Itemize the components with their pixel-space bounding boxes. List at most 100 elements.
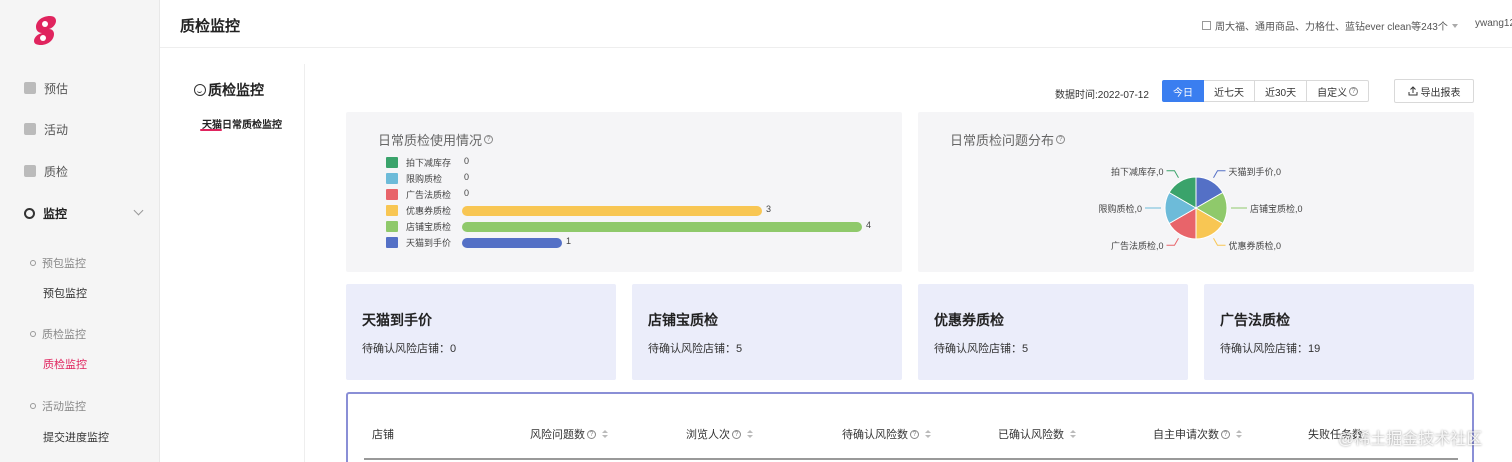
- sidebar-item-estimate[interactable]: 预估: [0, 68, 160, 108]
- range-selector: 今日 近七天 近30天 自定义?: [1162, 80, 1370, 102]
- column-header-pending-risk[interactable]: 待确认风险数?: [842, 426, 931, 442]
- bar-value-label: 0: [464, 188, 470, 198]
- bar-row: 优惠券质检: [386, 204, 472, 217]
- sort-icon[interactable]: [925, 430, 931, 438]
- user-name[interactable]: ywang12: [1475, 18, 1512, 29]
- usage-panel-title: 日常质检使用情况?: [378, 130, 494, 149]
- bar-value-label: 1: [566, 236, 572, 246]
- sidebar-subitem-quality[interactable]: 质检监控: [43, 356, 87, 372]
- pie-slice-label: 优惠券质检,0: [1228, 241, 1282, 252]
- subnav-title-text: 质检监控: [208, 82, 264, 98]
- chevron-down-icon: [133, 205, 144, 216]
- column-header-self-apply[interactable]: 自主申请次数?: [1153, 426, 1242, 442]
- top-header: 质检监控 周大福、通用商品、力格仕、蓝钻ever clean等243个 ywan…: [160, 0, 1512, 48]
- legend-swatch: [386, 157, 398, 168]
- pie-slice-label: 广告法质检,0: [1110, 241, 1164, 252]
- sidebar-item-activity[interactable]: 活动: [0, 109, 160, 149]
- active-underline: [200, 129, 222, 131]
- group-label: 预包监控: [42, 258, 86, 270]
- pie-slice-label: 限购质检,0: [1098, 204, 1142, 214]
- column-header-confirmed-risk[interactable]: 已确认风险数: [998, 426, 1076, 442]
- card-coupon[interactable]: 优惠券质检 待确认风险店铺：5: [918, 284, 1188, 380]
- range-today-button[interactable]: 今日: [1162, 80, 1204, 102]
- column-label: 待确认风险数: [842, 429, 908, 441]
- card-tmall-price[interactable]: 天猫到手价 待确认风险店铺：0: [346, 284, 616, 380]
- help-icon: ?: [587, 429, 596, 439]
- distribution-pie-chart: [1145, 170, 1247, 246]
- column-header-shop: 店铺: [372, 426, 394, 442]
- range-custom-label: 自定义: [1317, 87, 1348, 99]
- pie-slice-label: 店铺宝质检,0: [1250, 204, 1303, 214]
- bar-category-label: 广告法质检: [406, 190, 452, 200]
- bar-value-label: 3: [766, 204, 772, 214]
- pie-slice-label: 拍下减库存,0: [1110, 166, 1164, 177]
- card-subtitle: 待确认风险店铺：5: [648, 343, 743, 355]
- range-custom-button[interactable]: 自定义?: [1307, 80, 1370, 102]
- column-label: 自主申请次数: [1153, 429, 1219, 441]
- pie-slice-label: 天猫到手价,0: [1228, 166, 1282, 177]
- dot-icon: [30, 331, 36, 337]
- bar: [462, 221, 862, 232]
- dot-icon: [30, 260, 36, 266]
- export-label: 导出报表: [1420, 87, 1461, 99]
- help-icon: ?: [732, 429, 741, 439]
- sidebar-item-label: 预估: [44, 81, 69, 96]
- shop-icon: [1202, 21, 1211, 30]
- bar-row: 限购质检: [386, 172, 472, 185]
- card-shop-treasure[interactable]: 店铺宝质检 待确认风险店铺：5: [632, 284, 902, 380]
- sidebar-subitem-progress[interactable]: 提交进度监控: [43, 429, 109, 445]
- dot-icon: [30, 403, 36, 409]
- card-title: 广告法质检: [1220, 312, 1290, 328]
- range-30days-button[interactable]: 近30天: [1255, 80, 1308, 102]
- usage-panel: 日常质检使用情况? 拍下减库存 0 限购质检 0 广告法质检 0 优惠券质检 3 店铺宝质检 4 天…: [346, 112, 902, 272]
- group-label: 活动监控: [42, 401, 86, 413]
- column-label: 风险问题数: [530, 429, 585, 441]
- bar-row: 广告法质检: [386, 188, 472, 201]
- sidebar-subitem-prepack[interactable]: 预包监控: [43, 285, 87, 301]
- column-header-views[interactable]: 浏览人次?: [686, 426, 753, 442]
- column-header-risk-count[interactable]: 风险问题数?: [530, 426, 608, 442]
- bar: [462, 237, 562, 248]
- caret-down-icon: [1451, 23, 1458, 28]
- bar: [462, 205, 762, 216]
- card-subtitle: 待确认风险店铺：0: [362, 343, 457, 355]
- shop-table: 店铺 风险问题数? 浏览人次? 待确认风险数? 已确认风险数 自主申请次数? 失…: [346, 392, 1474, 462]
- pie-label-line: [1213, 238, 1226, 246]
- card-title: 店铺宝质检: [648, 312, 718, 328]
- column-label: 店铺: [372, 429, 394, 441]
- sidebar-item-label: 质检: [44, 164, 69, 179]
- sidebar-item-label: 活动: [44, 122, 69, 137]
- sub-navigation: 质检监控 天猫日常质检监控: [160, 64, 305, 462]
- subnav-title: 质检监控: [194, 80, 264, 100]
- sidebar-item-monitor[interactable]: 监控: [0, 193, 160, 233]
- smile-icon: [194, 84, 206, 96]
- bar-row: 店铺宝质检: [386, 220, 472, 233]
- bar-value-label: 0: [464, 156, 470, 166]
- legend-swatch: [386, 173, 398, 184]
- upload-icon: [1408, 86, 1417, 96]
- column-label: 浏览人次: [686, 429, 730, 441]
- pie-label-line: [1166, 238, 1179, 246]
- sort-icon[interactable]: [1070, 430, 1076, 438]
- sort-icon[interactable]: [602, 430, 608, 438]
- activity-icon: [24, 123, 36, 135]
- help-icon: ?: [484, 135, 494, 144]
- sort-icon[interactable]: [1236, 430, 1242, 438]
- legend-swatch: [386, 237, 398, 248]
- bar-row: 天猫到手价: [386, 236, 472, 249]
- range-7days-button[interactable]: 近七天: [1204, 80, 1255, 102]
- shop-selector[interactable]: 周大福、通用商品、力格仕、蓝钻ever clean等243个: [1202, 18, 1458, 33]
- export-report-button[interactable]: 导出报表: [1394, 79, 1474, 103]
- sidebar-item-label: 监控: [43, 206, 68, 221]
- legend-swatch: [386, 221, 398, 232]
- table-header-divider: [364, 458, 1458, 460]
- shop-selector-text: 周大福、通用商品、力格仕、蓝钻ever clean等243个: [1215, 22, 1448, 33]
- sort-icon[interactable]: [747, 430, 753, 438]
- card-ad-law[interactable]: 广告法质检 待确认风险店铺：19: [1204, 284, 1474, 380]
- card-subtitle: 待确认风险店铺：5: [934, 343, 1029, 355]
- card-title: 天猫到手价: [362, 312, 432, 328]
- estimate-icon: [24, 82, 36, 94]
- sidebar-group-quality: 质检监控: [30, 326, 86, 342]
- sidebar-item-quality[interactable]: 质检: [0, 151, 160, 191]
- distribution-panel: 日常质检问题分布? 天猫到手价,0 店铺宝质检,0 优惠券质检,0 广告法质检,0 限购…: [918, 112, 1474, 272]
